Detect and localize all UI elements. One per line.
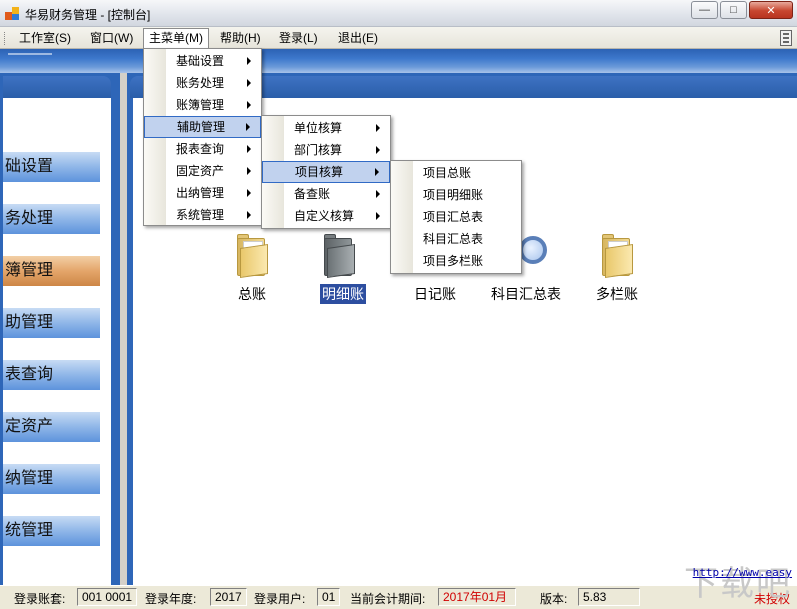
detail-ledger-shortcut[interactable]: 明细账 [308, 234, 374, 304]
menu-item-label: 辅助管理 [177, 120, 226, 134]
submenu-arrow-icon [246, 123, 250, 131]
nav-item-fixed-assets[interactable]: 定资产 [3, 412, 100, 442]
menu-item-memo-ledger[interactable]: 备查账 [262, 183, 390, 205]
title-bar: 华易财务管理 - [控制台] — □ ✕ [0, 0, 797, 27]
window-title: 华易财务管理 - [控制台] [25, 8, 151, 22]
nav-item-reports[interactable]: 表查询 [3, 360, 100, 390]
year-label: 登录年度: [145, 592, 197, 606]
menu-item-auxiliary[interactable]: 辅助管理 [144, 116, 261, 138]
detail-ledger-label: 明细账 [320, 284, 366, 304]
menu-item-project-accounting[interactable]: 项目核算 [262, 161, 390, 183]
main-menu-dropdown: 基础设置 账务处理 账簿管理 辅助管理 报表查询 固定资产 出纳管理 系统管理 [143, 48, 262, 226]
menu-item-label: 固定资产 [176, 164, 225, 178]
menu-item-label: 系统管理 [176, 208, 225, 222]
menu-bar: 工作室(S) 窗口(W) 主菜单(M) 帮助(H) 登录(L) 退出(E) [0, 27, 797, 49]
user-value: 01 [317, 588, 341, 606]
submenu-arrow-icon [375, 168, 379, 176]
menu-item-label: 部门核算 [294, 143, 343, 157]
menu-item-label: 基础设置 [176, 54, 225, 68]
submenu-arrow-icon [376, 146, 380, 154]
auxiliary-submenu: 单位核算 部门核算 项目核算 备查账 自定义核算 [261, 115, 391, 229]
period-label: 当前会计期间: [350, 592, 426, 606]
year-value: 2017 [210, 588, 247, 606]
minimize-button[interactable]: — [691, 1, 718, 19]
menu-exit[interactable]: 退出(E) [333, 29, 383, 48]
calculator-icon[interactable] [780, 30, 792, 46]
general-ledger-label: 总账 [238, 286, 266, 302]
app-icon [5, 6, 20, 21]
menu-item-fixed-assets[interactable]: 固定资产 [144, 160, 261, 182]
account-label: 登录账套: [14, 592, 66, 606]
maximize-button[interactable]: □ [720, 1, 747, 19]
header-band [0, 49, 797, 73]
menu-item-label: 账务处理 [176, 76, 225, 90]
dark-folder-icon [322, 234, 356, 278]
menu-login[interactable]: 登录(L) [274, 29, 323, 48]
version-value: 5.83 [578, 588, 640, 606]
menu-item-reports[interactable]: 报表查询 [144, 138, 261, 160]
version-label: 版本: [540, 592, 568, 606]
nav-item-ledger-management[interactable]: 簿管理 [3, 256, 100, 286]
menu-item-label: 出纳管理 [176, 186, 225, 200]
nav-item-basic-settings[interactable]: 础设置 [3, 152, 100, 182]
submenu-arrow-icon [247, 167, 251, 175]
journal-label: 日记账 [414, 286, 456, 302]
menu-item-label: 报表查询 [176, 142, 225, 156]
project-submenu: 项目总账 项目明细账 项目汇总表 科目汇总表 项目多栏账 [390, 160, 522, 274]
menu-item-department-accounting[interactable]: 部门核算 [262, 139, 390, 161]
user-label: 登录用户: [254, 592, 306, 606]
menu-item-custom-accounting[interactable]: 自定义核算 [262, 205, 390, 227]
band-decoration [8, 53, 52, 55]
submenu-arrow-icon [376, 190, 380, 198]
menu-studio[interactable]: 工作室(S) [14, 29, 76, 48]
menu-item-project-detail-ledger[interactable]: 项目明细账 [391, 184, 521, 206]
left-nav-header [3, 76, 111, 98]
submenu-arrow-icon [247, 101, 251, 109]
watermark-logo: 下载吧 [684, 564, 792, 604]
close-button[interactable]: ✕ [749, 1, 793, 19]
multi-column-ledger-label: 多栏账 [596, 286, 638, 302]
submenu-arrow-icon [376, 124, 380, 132]
menu-item-label: 项目核算 [295, 165, 344, 179]
menu-item-accounting[interactable]: 账务处理 [144, 72, 261, 94]
submenu-arrow-icon [247, 79, 251, 87]
menu-item-label: 账簿管理 [176, 98, 225, 112]
folder-icon [600, 234, 634, 278]
menu-item-basic-settings[interactable]: 基础设置 [144, 50, 261, 72]
submenu-arrow-icon [247, 211, 251, 219]
menu-item-ledger-management[interactable]: 账簿管理 [144, 94, 261, 116]
menu-grip[interactable] [4, 32, 7, 45]
menu-item-system[interactable]: 系统管理 [144, 204, 261, 226]
account-value: 001 0001 [77, 588, 138, 606]
menu-item-project-multi-column[interactable]: 项目多栏账 [391, 250, 521, 272]
watermark: 下载吧 http://www.easy [652, 556, 792, 605]
nav-item-accounting[interactable]: 务处理 [3, 204, 100, 234]
general-ledger-shortcut[interactable]: 总账 [222, 234, 282, 304]
menu-item-label: 自定义核算 [294, 209, 355, 223]
submenu-arrow-icon [247, 189, 251, 197]
menu-window[interactable]: 窗口(W) [85, 29, 138, 48]
multi-column-ledger-shortcut[interactable]: 多栏账 [585, 234, 649, 304]
menu-main[interactable]: 主菜单(M) [143, 28, 209, 49]
menu-item-account-summary[interactable]: 科目汇总表 [391, 228, 521, 250]
submenu-arrow-icon [376, 212, 380, 220]
folder-icon [235, 234, 269, 278]
account-summary-label: 科目汇总表 [491, 286, 561, 302]
nav-item-system[interactable]: 统管理 [3, 516, 100, 546]
nav-item-auxiliary[interactable]: 助管理 [3, 308, 100, 338]
submenu-arrow-icon [247, 145, 251, 153]
menu-item-label: 单位核算 [294, 121, 343, 135]
watermark-url[interactable]: http://www.easy [693, 566, 792, 579]
menu-item-project-summary[interactable]: 项目汇总表 [391, 206, 521, 228]
magnifier-icon [519, 236, 547, 264]
menu-item-cashier[interactable]: 出纳管理 [144, 182, 261, 204]
nav-item-cashier[interactable]: 纳管理 [3, 464, 100, 494]
menu-help[interactable]: 帮助(H) [215, 29, 266, 48]
menu-item-label: 备查账 [294, 187, 331, 201]
menu-item-project-general-ledger[interactable]: 项目总账 [391, 162, 521, 184]
submenu-arrow-icon [247, 57, 251, 65]
period-value: 2017年01月 [438, 588, 516, 606]
menu-item-unit-accounting[interactable]: 单位核算 [262, 117, 390, 139]
